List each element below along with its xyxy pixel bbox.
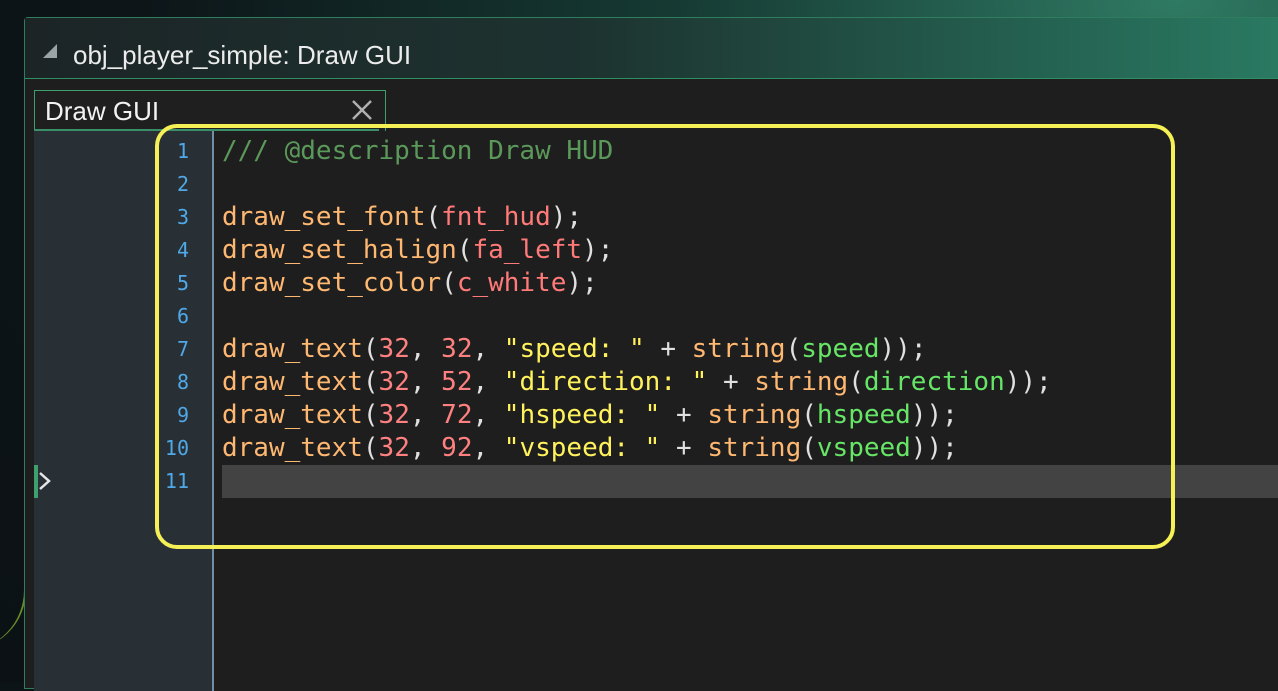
code-token: direction (863, 367, 1005, 397)
line-number: 7 (176, 337, 189, 361)
code-line[interactable]: draw_text(32, 32, "speed: " + string(spe… (222, 333, 926, 366)
code-token: "speed: " (503, 334, 645, 364)
code-token: 32 (378, 400, 410, 430)
code-token: ( (362, 400, 379, 430)
code-token: 32 (378, 433, 410, 463)
code-token: ( (441, 268, 457, 298)
current-line-highlight (222, 465, 1278, 498)
code-token: )); (910, 400, 958, 430)
code-line[interactable]: /// @description Draw HUD (222, 135, 613, 168)
code-line[interactable]: draw_set_color(c_white); (222, 267, 598, 300)
line-number: 8 (176, 370, 189, 394)
code-token: ( (362, 334, 379, 364)
code-token: 32 (441, 334, 473, 364)
code-line[interactable]: draw_set_halign(fa_left); (222, 234, 613, 267)
code-token: draw_text (222, 400, 363, 430)
line-number: 9 (176, 403, 189, 427)
code-token: , (472, 400, 504, 430)
code-token: )); (910, 433, 958, 463)
code-token: ( (362, 367, 379, 397)
code-editor-window: obj_player_simple: Draw GUI Draw GUI 1 2 3… (24, 17, 1278, 691)
code-line[interactable]: draw_set_font(fnt_hud); (222, 201, 582, 234)
code-token: ); (582, 235, 614, 265)
code-token: ); (566, 268, 598, 298)
code-token: , (472, 433, 504, 463)
code-token: ( (801, 433, 817, 463)
code-token: draw_text (222, 367, 363, 397)
code-token: string (707, 433, 802, 463)
code-token: 72 (441, 400, 473, 430)
code-token: vspeed (816, 433, 911, 463)
code-token: draw_set_color (222, 268, 442, 298)
code-token: hspeed (816, 400, 911, 430)
window-titlebar[interactable]: obj_player_simple: Draw GUI (25, 18, 1278, 79)
tab-draw-gui[interactable]: Draw GUI (34, 90, 386, 131)
code-token: + (707, 367, 755, 397)
line-number: 6 (176, 304, 189, 328)
code-token: fa_left (472, 235, 583, 265)
window-resize-icon[interactable] (41, 42, 59, 60)
code-token: string (754, 367, 849, 397)
code-token: + (660, 400, 708, 430)
code-token: , (472, 367, 504, 397)
code-token: draw_set_font (222, 202, 426, 232)
code-token: ); (550, 202, 583, 232)
line-number: 5 (176, 271, 189, 295)
window-title: obj_player_simple: Draw GUI (73, 40, 412, 70)
line-number: 10 (164, 436, 189, 460)
code-token: , (409, 367, 442, 397)
code-token: + (644, 334, 692, 364)
code-token: ( (362, 433, 379, 463)
code-token: "direction: " (503, 367, 708, 397)
code-token: 32 (378, 334, 410, 364)
code-token: , (409, 334, 442, 364)
code-token: , (472, 334, 504, 364)
line-number: 11 (164, 469, 189, 493)
tab-label: Draw GUI (45, 96, 160, 126)
code-token: )); (1004, 367, 1052, 397)
line-number: 1 (176, 139, 189, 163)
code-token: string (691, 334, 786, 364)
code-token: ( (801, 400, 817, 430)
code-token: "hspeed: " (503, 400, 661, 430)
close-icon[interactable] (349, 97, 375, 123)
code-token: ( (785, 334, 802, 364)
code-token: draw_text (222, 433, 363, 463)
line-number: 2 (176, 172, 189, 196)
code-token: c_white (456, 268, 567, 298)
code-token: ( (456, 235, 473, 265)
code-line[interactable]: draw_text(32, 72, "hspeed: " + string(hs… (222, 399, 958, 432)
code-line[interactable]: draw_text(32, 52, "direction: " + string… (222, 366, 1052, 399)
line-number: 4 (176, 238, 189, 262)
code-token: + (660, 433, 708, 463)
line-number: 3 (176, 205, 189, 229)
code-token: ( (425, 202, 442, 232)
editor-tabstrip: Draw GUI (25, 79, 1278, 131)
code-token: fnt_hud (441, 202, 551, 232)
code-token: string (707, 400, 802, 430)
code-token: )); (879, 334, 927, 364)
code-token: "vspeed: " (503, 433, 661, 463)
code-token: 32 (378, 367, 410, 397)
code-token: , (409, 400, 442, 430)
code-token: /// @description Draw HUD (222, 136, 614, 166)
code-token: , (409, 433, 442, 463)
code-line[interactable]: draw_text(32, 92, "vspeed: " + string(vs… (222, 432, 958, 465)
code-token: speed (801, 334, 880, 364)
code-token: 92 (441, 433, 473, 463)
code-token: draw_set_halign (222, 235, 457, 265)
code-token: draw_text (222, 334, 363, 364)
code-token: 52 (441, 367, 473, 397)
code-token: ( (848, 367, 864, 397)
